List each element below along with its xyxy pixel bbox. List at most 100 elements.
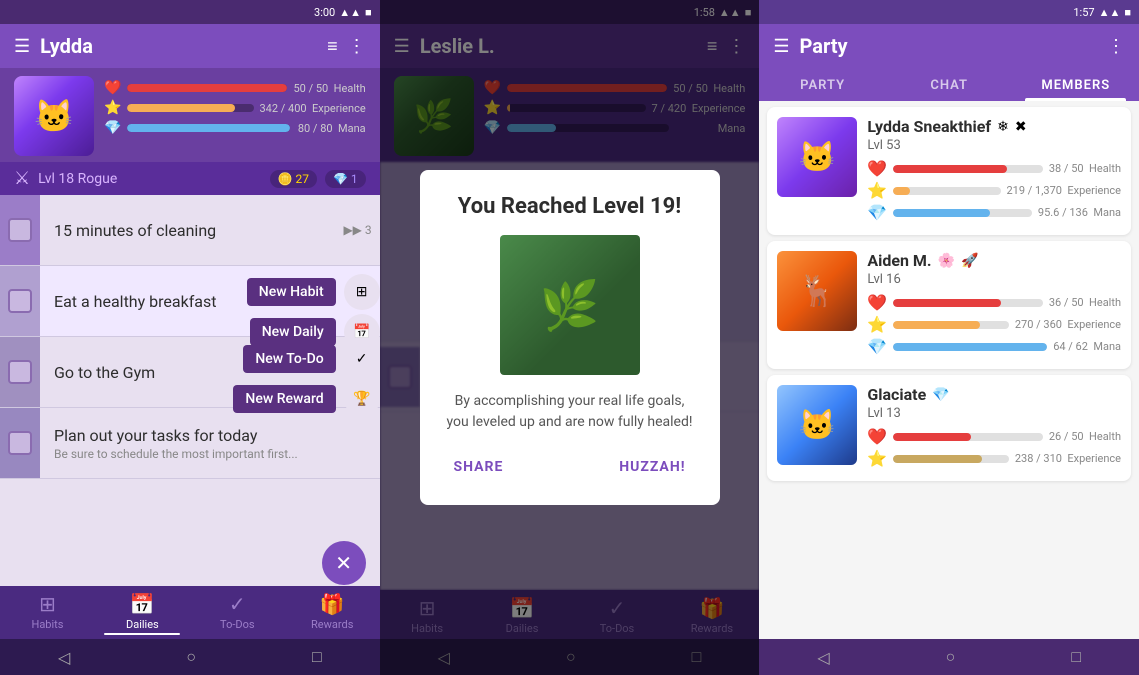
member-mana-label-1: 95.6 / 136 Mana xyxy=(1038,206,1121,219)
task-subtitle-4: Be sure to schedule the most important f… xyxy=(54,447,366,461)
fab-reward-label: New Reward xyxy=(233,385,335,413)
tab-chat[interactable]: CHAT xyxy=(886,68,1013,101)
left-gold-badge: 🪙 27 xyxy=(270,170,317,188)
right-time: 1:57 xyxy=(1073,6,1094,19)
left-level-row: ⚔ Lvl 18 Rogue 🪙 27 💎 1 xyxy=(0,162,380,195)
left-avatar-art: 🐱 xyxy=(14,76,94,156)
right-recents-btn[interactable]: □ xyxy=(1071,647,1081,667)
member-health-icon-1: ❤️ xyxy=(867,159,887,178)
task-checkbox-2[interactable] xyxy=(0,266,40,336)
member-exp-label-3: 238 / 310 Experience xyxy=(1015,452,1121,465)
fab-habit-icon: ⊞ xyxy=(344,274,380,310)
left-filter-icon[interactable]: ≡ xyxy=(327,36,338,57)
nav-dailies[interactable]: 📅 Dailies xyxy=(95,592,190,635)
task-content-1: 15 minutes of cleaning xyxy=(40,209,343,252)
modal-share-button[interactable]: SHARE xyxy=(444,453,514,481)
fab-close-button[interactable]: ✕ xyxy=(322,541,366,585)
right-title: Party xyxy=(799,34,1097,58)
left-home-btn[interactable]: ○ xyxy=(186,647,196,667)
right-back-btn[interactable]: ◁ xyxy=(817,648,829,667)
member-info-1: Lydda Sneakthief ❄ ✖ Lvl 53 ❤️ 38 / 50 H… xyxy=(867,117,1121,225)
left-recents-btn[interactable]: □ xyxy=(312,647,322,667)
member-badge-3a: 💎 xyxy=(932,387,949,403)
member-badge-1a: ❄ xyxy=(997,119,1009,135)
task-checkbox-4[interactable] xyxy=(0,408,40,478)
fab-reward-icon: 🏆 xyxy=(344,381,380,417)
left-exp-bar-bg xyxy=(127,104,253,112)
right-menu-icon[interactable]: ☰ xyxy=(773,36,789,57)
fab-close-area: ✕ xyxy=(322,541,366,585)
member-exp-icon-1: ⭐ xyxy=(867,181,887,200)
tab-chat-label: CHAT xyxy=(930,78,968,93)
member-health-label-1: 38 / 50 Health xyxy=(1049,162,1121,175)
left-title: Lydda xyxy=(40,34,317,58)
member-info-3: Glaciate 💎 Lvl 13 ❤️ 26 / 50 Health ⭐ xyxy=(867,385,1121,471)
member-health-bar-bg-3 xyxy=(893,433,1043,441)
left-mana-label: 80 / 80 Mana xyxy=(296,122,366,135)
left-back-btn[interactable]: ◁ xyxy=(58,648,70,667)
right-android-nav: ◁ ○ □ xyxy=(759,639,1139,675)
nav-todos[interactable]: ✓ To-Dos xyxy=(190,592,285,635)
task-checkbox-3[interactable] xyxy=(0,337,40,407)
streak-count-1: 3 xyxy=(365,223,372,237)
left-avatar-section: 🐱 ❤️ 50 / 50 Health ⭐ 342 / 400 Experien… xyxy=(0,68,380,162)
member-name-row-1: Lydda Sneakthief ❄ ✖ xyxy=(867,117,1121,136)
rewards-icon: 🎁 xyxy=(320,592,345,616)
fab-todo-label: New To-Do xyxy=(243,345,335,373)
member-health-bar-fill-1 xyxy=(893,165,1007,173)
left-signal: ▲▲ xyxy=(339,6,361,19)
member-health-row-1: ❤️ 38 / 50 Health xyxy=(867,159,1121,178)
task-title-1: 15 minutes of cleaning xyxy=(54,221,329,240)
fab-menu-overlay-2: New To-Do ✓ New Reward 🏆 xyxy=(233,341,379,417)
habits-label: Habits xyxy=(31,618,63,631)
member-exp-icon-2: ⭐ xyxy=(867,315,887,334)
right-home-btn[interactable]: ○ xyxy=(946,647,956,667)
member-health-bar-fill-3 xyxy=(893,433,971,441)
right-panel: 1:57 ▲▲ ■ ☰ Party ⋮ PARTY CHAT MEMBERS 🐱… xyxy=(759,0,1139,675)
modal-overlay: You Reached Level 19! 🌿 By accomplishing… xyxy=(380,0,760,675)
tab-party-label: PARTY xyxy=(800,78,845,93)
fab-new-todo[interactable]: New To-Do ✓ xyxy=(243,341,379,377)
right-tabs: PARTY CHAT MEMBERS xyxy=(759,68,1139,101)
left-mana-row: 💎 80 / 80 Mana xyxy=(104,120,366,136)
member-avatar-3: 🐱 xyxy=(777,385,857,465)
member-exp-row-2: ⭐ 270 / 360 Experience xyxy=(867,315,1121,334)
member-mana-bar-bg-1 xyxy=(893,209,1032,217)
task-checkbox-1[interactable] xyxy=(0,195,40,265)
left-time: 3:00 xyxy=(314,6,335,19)
modal-huzzah-button[interactable]: HUZZAH! xyxy=(609,453,695,481)
left-more-icon[interactable]: ⋮ xyxy=(348,36,366,57)
task-title-4: Plan out your tasks for today xyxy=(54,426,366,445)
right-more-icon[interactable]: ⋮ xyxy=(1107,36,1125,57)
left-health-icon: ❤️ xyxy=(104,80,121,96)
dailies-underline xyxy=(104,633,180,635)
table-row: Go to the Gym New To-Do ✓ New Reward 🏆 xyxy=(0,337,380,408)
table-row: 15 minutes of cleaning ▶▶ 3 xyxy=(0,195,380,266)
streak-icon-1: ▶▶ xyxy=(343,223,361,237)
member-info-2: Aiden M. 🌸 🚀 Lvl 16 ❤️ 36 / 50 Health ⭐ xyxy=(867,251,1121,359)
modal-avatar: 🌿 xyxy=(500,235,640,375)
member-name-row-3: Glaciate 💎 xyxy=(867,385,1121,404)
member-health-label-2: 36 / 50 Health xyxy=(1049,296,1121,309)
left-gem-badge: 💎 1 xyxy=(325,170,366,188)
left-mana-icon: 💎 xyxy=(104,120,121,136)
fab-new-reward[interactable]: New Reward 🏆 xyxy=(233,381,379,417)
left-gem-value: 1 xyxy=(351,172,358,186)
tab-members[interactable]: MEMBERS xyxy=(1012,68,1139,101)
right-signal: ▲▲ xyxy=(1099,6,1121,19)
nav-habits[interactable]: ⊞ Habits xyxy=(0,592,95,635)
member-exp-row-3: ⭐ 238 / 310 Experience xyxy=(867,449,1121,468)
member-health-bar-fill-2 xyxy=(893,299,1001,307)
left-health-bar-bg xyxy=(127,84,287,92)
member-mana-bar-bg-2 xyxy=(893,343,1047,351)
left-gem-icon: 💎 xyxy=(333,172,348,186)
member-char-2: 🦌 xyxy=(777,251,857,331)
tab-party[interactable]: PARTY xyxy=(759,68,886,101)
nav-rewards[interactable]: 🎁 Rewards xyxy=(285,592,380,635)
left-status-bar: 3:00 ▲▲ ■ xyxy=(0,0,380,24)
fab-new-habit[interactable]: New Habit ⊞ xyxy=(247,274,380,310)
member-name-3: Glaciate xyxy=(867,385,926,404)
left-avatar-stats: ❤️ 50 / 50 Health ⭐ 342 / 400 Experience… xyxy=(104,76,366,136)
left-menu-icon[interactable]: ☰ xyxy=(14,36,30,57)
todos-icon: ✓ xyxy=(229,592,246,616)
